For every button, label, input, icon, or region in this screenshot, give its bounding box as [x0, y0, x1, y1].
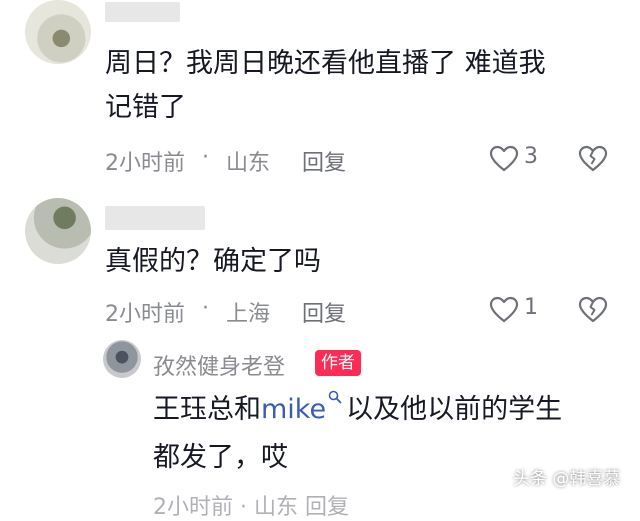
reply-text-suffix: 以及他以前的学生	[346, 394, 563, 425]
meta-separator: ·	[202, 296, 209, 321]
like-count: 3	[524, 144, 538, 169]
reply-button[interactable]: 回复	[302, 145, 346, 177]
search-icon[interactable]	[328, 390, 342, 404]
comment-time: 2小时前	[105, 151, 185, 176]
reply-text-line1: 王珏总和mike 以及他以前的学生	[153, 388, 562, 432]
commenter-avatar[interactable]	[25, 0, 91, 64]
comment-text-line2: 记错了	[105, 92, 186, 123]
author-avatar[interactable]	[103, 340, 141, 378]
comment-location: 山东	[226, 151, 271, 176]
mention-link[interactable]: mike	[261, 394, 326, 425]
heart-icon	[489, 296, 519, 323]
author-badge: 作者	[315, 350, 361, 376]
commenter-name-blurred[interactable]	[105, 2, 180, 22]
reply-text-line2: 都发了，哎	[153, 442, 288, 473]
meta-separator: ·	[202, 145, 209, 170]
reply-text-prefix: 王珏总和	[153, 394, 261, 425]
dislike-broken-heart-icon[interactable]	[578, 145, 608, 172]
heart-icon	[489, 145, 519, 172]
like-button[interactable]: 3	[489, 144, 559, 174]
reply-button[interactable]: 回复	[302, 296, 346, 328]
comment-text-line1: 周日？我周日晚还看他直播了 难道我	[105, 48, 546, 79]
commenter-avatar[interactable]	[25, 198, 91, 264]
reply-meta-partial: 2小时前 · 山东 回复	[153, 495, 349, 520]
comment-time: 2小时前	[105, 302, 185, 327]
dislike-broken-heart-icon[interactable]	[578, 296, 608, 323]
comment-text: 真假的？确定了吗	[105, 246, 321, 277]
like-count: 1	[524, 295, 538, 320]
commenter-name-blurred[interactable]	[105, 206, 205, 230]
like-button[interactable]: 1	[489, 295, 559, 325]
author-name[interactable]: 孜然健身老登	[153, 349, 285, 381]
comment-location: 上海	[226, 302, 271, 327]
watermark: 头条 @韩喜慕	[513, 469, 621, 489]
